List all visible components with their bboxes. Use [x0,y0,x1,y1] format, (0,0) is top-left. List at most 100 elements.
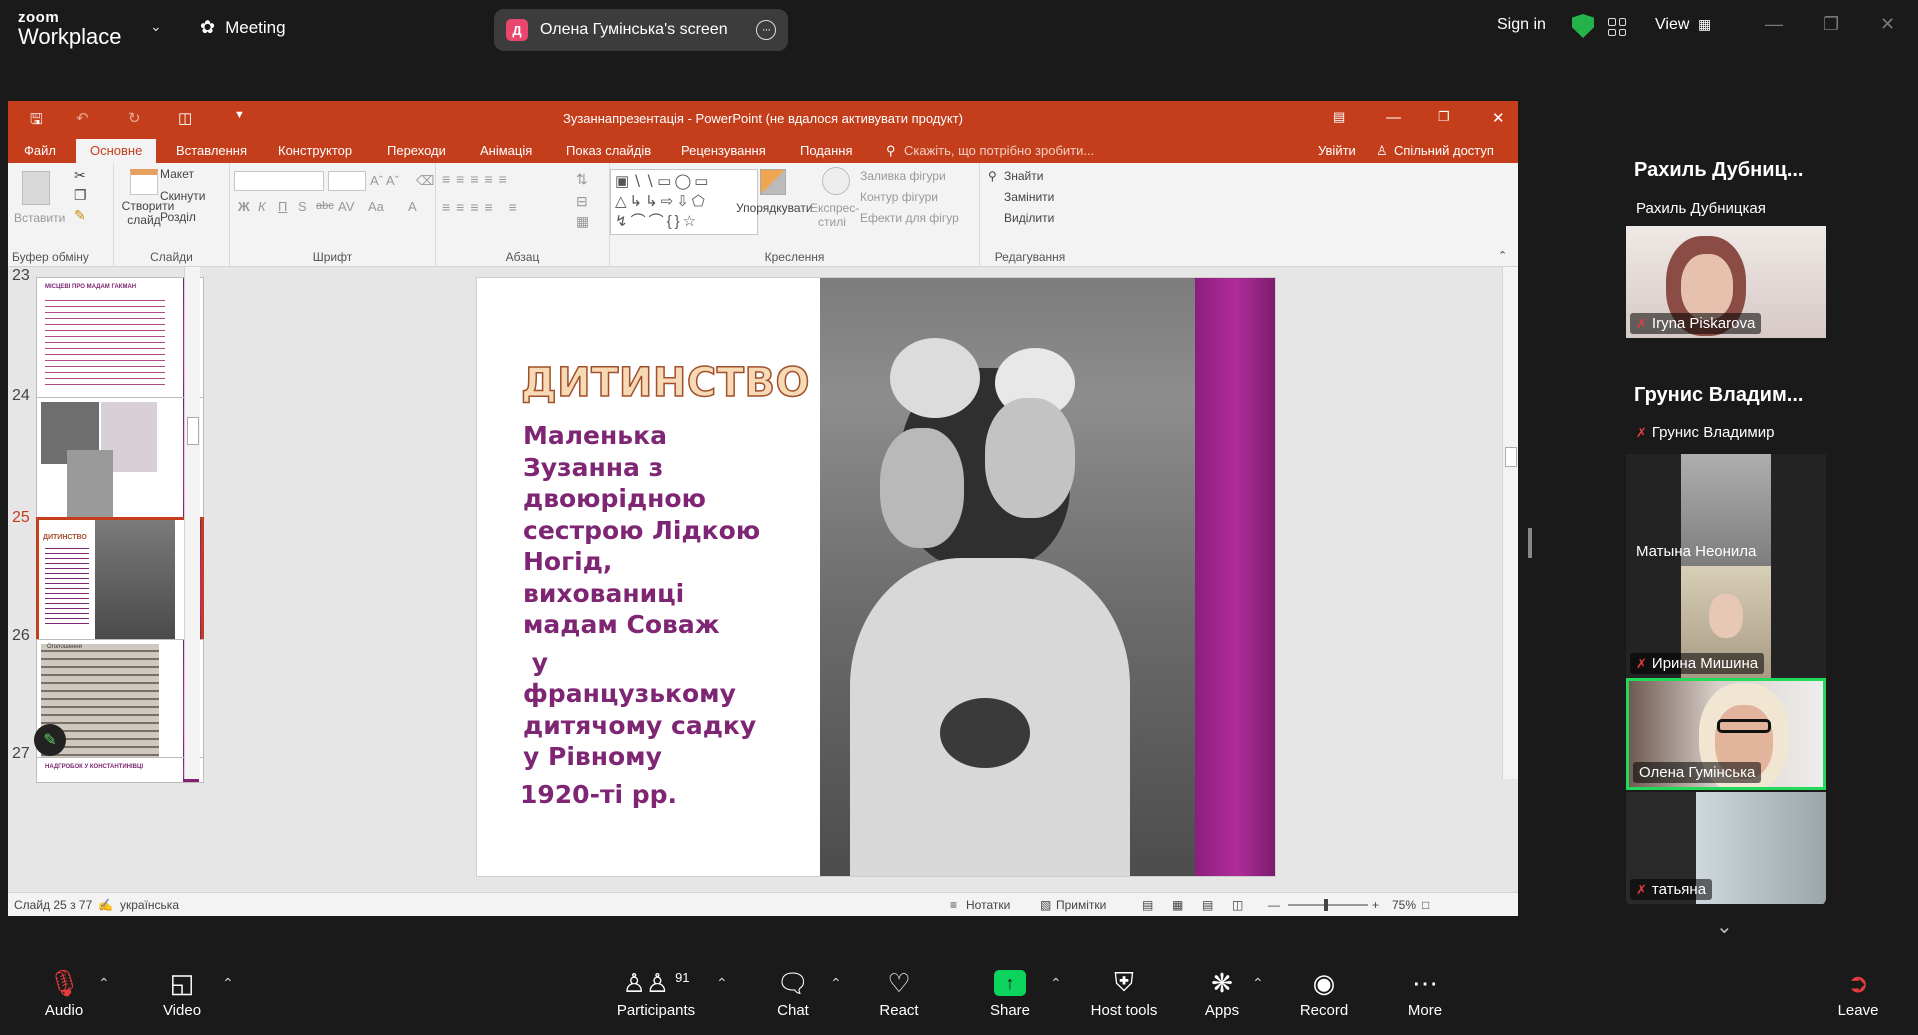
restore-icon[interactable]: ❐ [1823,14,1839,35]
participant-tile[interactable]: ✗ татьяна [1626,792,1826,904]
align-icons[interactable]: ≡≡≡≡ ≡ [442,199,523,215]
chat-caret-icon[interactable]: ⌃ [830,975,842,992]
quick-styles-button-1[interactable]: Експрес- [810,201,859,215]
align-text-icon[interactable]: ⊟ [576,193,588,210]
react-button[interactable]: ♡ React [876,967,922,1020]
participants-button[interactable]: ♙♙ 91 Participants [614,967,698,1020]
meeting-menu[interactable]: ✿ Meeting [200,17,286,38]
slide-thumbnail[interactable] [36,397,204,523]
tab-design[interactable]: Конструктор [278,143,352,158]
record-button[interactable]: ◉ Record [1296,967,1352,1020]
scroll-thumb[interactable] [1505,447,1517,467]
language[interactable]: українська [120,898,179,912]
security-shield-icon[interactable] [1572,14,1594,38]
shape-fill-button[interactable]: Заливка фігури [860,169,946,183]
underline-button[interactable]: П [278,199,287,214]
annotate-pen-icon[interactable]: ✎ [34,724,66,756]
arrange-button[interactable]: Упорядкувати [736,201,813,215]
normal-view-icon[interactable]: ▤ [1142,898,1153,912]
fit-slide-icon[interactable]: □ [1422,898,1429,912]
font-name-input[interactable] [234,171,324,191]
minimize-icon[interactable]: — [1765,14,1783,35]
zoom-slider-thumb[interactable] [1324,899,1328,911]
participant-tile[interactable]: ✗ Iryna Piskarova [1626,226,1826,338]
tab-transitions[interactable]: Переходи [387,143,446,158]
bullets-icons[interactable]: ≡≡≡≡≡ [442,171,513,187]
audio-options-caret-icon[interactable]: ⌃ [98,975,110,992]
shadow-icon[interactable]: S [298,199,307,214]
strikethrough-icon[interactable]: abc [316,200,334,212]
participant-tile-speaking[interactable]: Олена Гумінська [1626,678,1826,790]
share-caret-icon[interactable]: ⌃ [1050,975,1062,992]
panel-resize-handle[interactable] [1528,528,1532,558]
reading-view-icon[interactable]: ▤ [1202,898,1213,912]
ppt-close-icon[interactable]: ✕ [1492,109,1505,127]
ppt-minimize-icon[interactable]: — [1386,109,1401,126]
video-options-caret-icon[interactable]: ⌃ [222,975,234,992]
slide-thumbnail[interactable]: НАДГРОБОК У КОНСТАНТИНІВЦІ [36,757,204,783]
font-size-input[interactable] [328,171,366,191]
scroll-down-chevron-icon[interactable]: ⌄ [1716,914,1733,939]
thumbnail-scrollbar[interactable] [184,267,200,779]
smartart-icon[interactable]: ▦ [576,213,589,230]
sign-in-button[interactable]: Sign in [1497,16,1546,34]
comments-button[interactable]: Примітки [1056,898,1106,912]
paste-button[interactable]: Вставити [14,211,65,225]
zoom-in-icon[interactable]: + [1372,898,1379,912]
tab-home[interactable]: Основне [76,139,157,163]
notes-button[interactable]: Нотатки [966,898,1010,912]
view-layout-icon[interactable]: ▦ [1698,16,1711,33]
select-button[interactable]: Виділити [1004,211,1054,225]
collapse-ribbon-icon[interactable]: ⌃ [1498,249,1507,262]
section-button[interactable]: Розділ [160,210,196,224]
clear-format-icon[interactable]: ⌫ [416,173,434,189]
ppt-restore-icon[interactable]: ❐ [1438,109,1450,125]
copy-icon[interactable]: ❐ [74,187,87,204]
tab-file[interactable]: Файл [24,143,56,158]
video-button[interactable]: ◱ Video [156,967,208,1020]
scroll-thumb[interactable] [187,417,199,445]
tell-me-input[interactable]: Скажіть, що потрібно зробити... [904,143,1094,158]
font-color-icon[interactable]: A [408,199,417,214]
replace-button[interactable]: Замінити [1004,190,1054,204]
audio-button[interactable]: 🎙 Audio [38,967,90,1020]
reset-button[interactable]: Скинути [160,189,205,203]
shape-effects-button[interactable]: Ефекти для фігур [860,211,959,225]
sorter-view-icon[interactable]: ▦ [1172,898,1183,912]
zoom-level[interactable]: 75% [1392,898,1416,912]
tab-review[interactable]: Рецензування [681,143,766,158]
tab-insert[interactable]: Вставлення [176,143,247,158]
host-tools-button[interactable]: ⛨ Host tools [1086,967,1162,1019]
leave-button[interactable]: ➲ Leave [1836,967,1880,1020]
slide-thumbnail-selected[interactable]: ДИТИНСТВО [36,517,204,643]
tab-view[interactable]: Подання [800,143,853,158]
text-direction-icon[interactable]: ⇅ [576,171,588,188]
more-icon[interactable]: ··· [756,20,776,40]
view-button[interactable]: View [1655,16,1689,34]
gallery-grid-icon[interactable] [1608,18,1626,36]
change-case-icon[interactable]: Aa [368,199,384,214]
close-icon[interactable]: ✕ [1880,14,1895,35]
shared-screen-pill[interactable]: Д Олена Гумінська's screen ··· [494,9,788,51]
find-button[interactable]: Знайти [1004,169,1043,183]
chevron-down-icon[interactable]: ⌄ [150,18,162,35]
cut-icon[interactable]: ✂ [74,167,86,184]
zoom-logo[interactable]: zoom Workplace [18,10,122,48]
slide-canvas[interactable]: ДИТИНСТВО Маленька Зузанна з двоюрідною … [476,277,1276,877]
ppt-sign-in[interactable]: Увійти [1318,143,1356,158]
slide-scrollbar[interactable] [1502,267,1518,779]
participant-tile[interactable]: ✗ Ирина Мишина [1626,566,1826,678]
ribbon-display-icon[interactable]: ▤ [1333,109,1345,125]
zoom-slider[interactable] [1288,899,1368,911]
share-access-button[interactable]: Спільний доступ [1394,143,1494,158]
layout-button[interactable]: Макет [160,167,194,181]
bold-button[interactable]: Ж [238,199,250,214]
zoom-out-icon[interactable]: — [1268,898,1280,912]
shape-outline-button[interactable]: Контур фігури [860,190,938,204]
format-painter-icon[interactable]: ✎ [74,207,86,224]
chat-button[interactable]: 🗨 Chat [772,967,814,1020]
slide-thumbnail[interactable]: МІСЦЕВІ ПРО МАДАМ ГАКМАН [36,277,204,403]
participant-tile[interactable]: Матына Неонила [1626,454,1826,566]
quick-styles-button-2[interactable]: стилі [818,215,846,229]
more-button[interactable]: ⋯ More [1402,967,1448,1020]
